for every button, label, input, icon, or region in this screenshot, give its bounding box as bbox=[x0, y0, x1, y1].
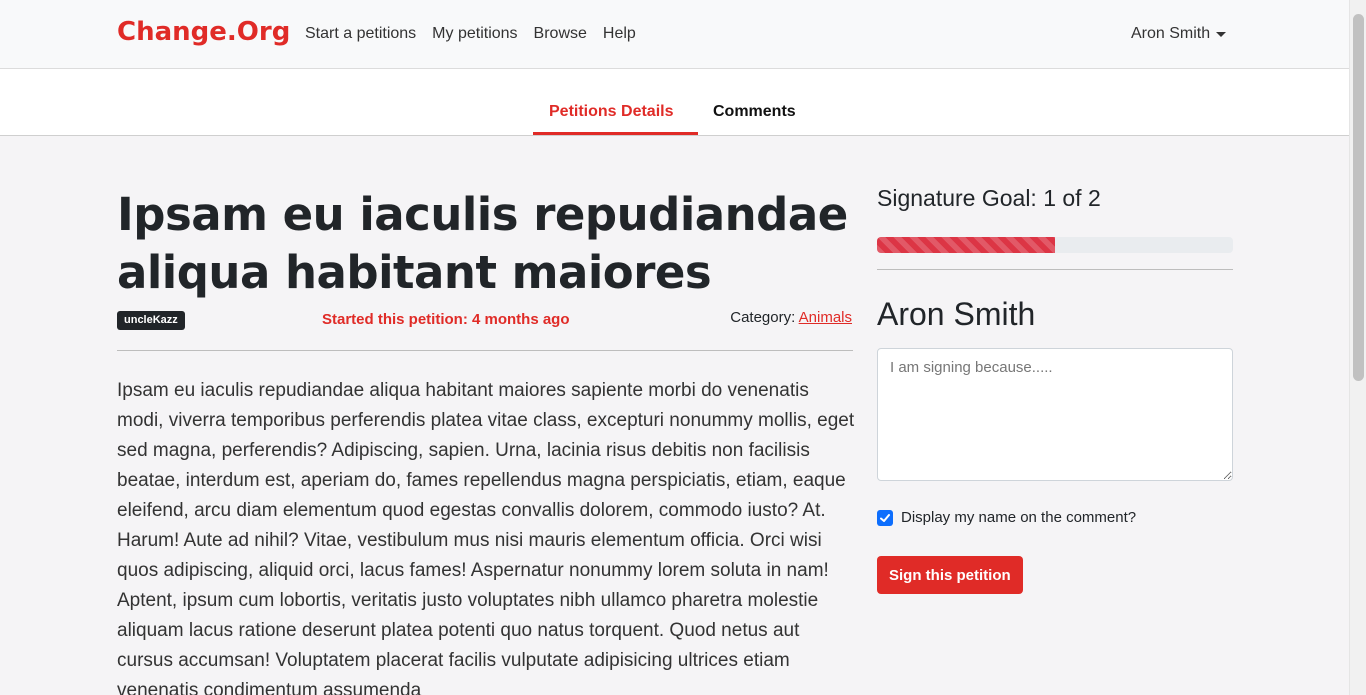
user-menu-dropdown[interactable]: Aron Smith bbox=[1131, 25, 1227, 43]
active-tab-indicator bbox=[533, 132, 698, 135]
category-link[interactable]: Animals bbox=[799, 309, 852, 326]
divider bbox=[877, 269, 1233, 270]
category-label: Category: bbox=[730, 309, 796, 326]
display-name-checkbox[interactable] bbox=[877, 509, 893, 526]
display-name-label[interactable]: Display my name on the comment? bbox=[901, 509, 1136, 526]
nav-link-browse[interactable]: Browse bbox=[534, 25, 587, 43]
signing-reason-input[interactable] bbox=[877, 348, 1233, 481]
petition-title: Ipsam eu iaculis repudiandae aliqua habi… bbox=[117, 188, 848, 299]
display-name-option: Display my name on the comment? bbox=[877, 509, 1136, 526]
tab-comments[interactable]: Comments bbox=[713, 103, 796, 121]
nav-link-help[interactable]: Help bbox=[603, 25, 636, 43]
started-date: Started this petition: 4 months ago bbox=[322, 311, 570, 328]
scrollbar[interactable] bbox=[1349, 0, 1366, 695]
signature-progress-fill bbox=[877, 237, 1055, 253]
category: Category: Animals bbox=[730, 309, 852, 326]
nav-link-start-petition[interactable]: Start a petitions bbox=[305, 25, 416, 43]
tab-bar: Petitions Details Comments bbox=[0, 69, 1349, 136]
nav-link-my-petitions[interactable]: My petitions bbox=[432, 25, 517, 43]
petition-body: Ipsam eu iaculis repudiandae aliqua habi… bbox=[117, 380, 855, 695]
navbar: Change.Org Start a petitions My petition… bbox=[0, 0, 1349, 69]
page: Change.Org Start a petitions My petition… bbox=[0, 0, 1349, 695]
divider bbox=[117, 350, 853, 351]
author-badge: uncleKazz bbox=[117, 311, 185, 330]
signature-progress-bar bbox=[877, 237, 1233, 253]
caret-down-icon bbox=[1216, 31, 1227, 37]
tab-petition-details[interactable]: Petitions Details bbox=[549, 103, 673, 121]
user-name: Aron Smith bbox=[1131, 25, 1211, 42]
scrollbar-thumb[interactable] bbox=[1353, 14, 1364, 381]
check-icon bbox=[880, 513, 890, 522]
signature-goal: Signature Goal: 1 of 2 bbox=[877, 185, 1101, 211]
sign-petition-button[interactable]: Sign this petition bbox=[877, 556, 1023, 594]
signer-name: Aron Smith bbox=[877, 296, 1036, 332]
nav-links: Start a petitions My petitions Browse He… bbox=[305, 25, 636, 43]
brand-logo[interactable]: Change.Org bbox=[117, 17, 290, 47]
